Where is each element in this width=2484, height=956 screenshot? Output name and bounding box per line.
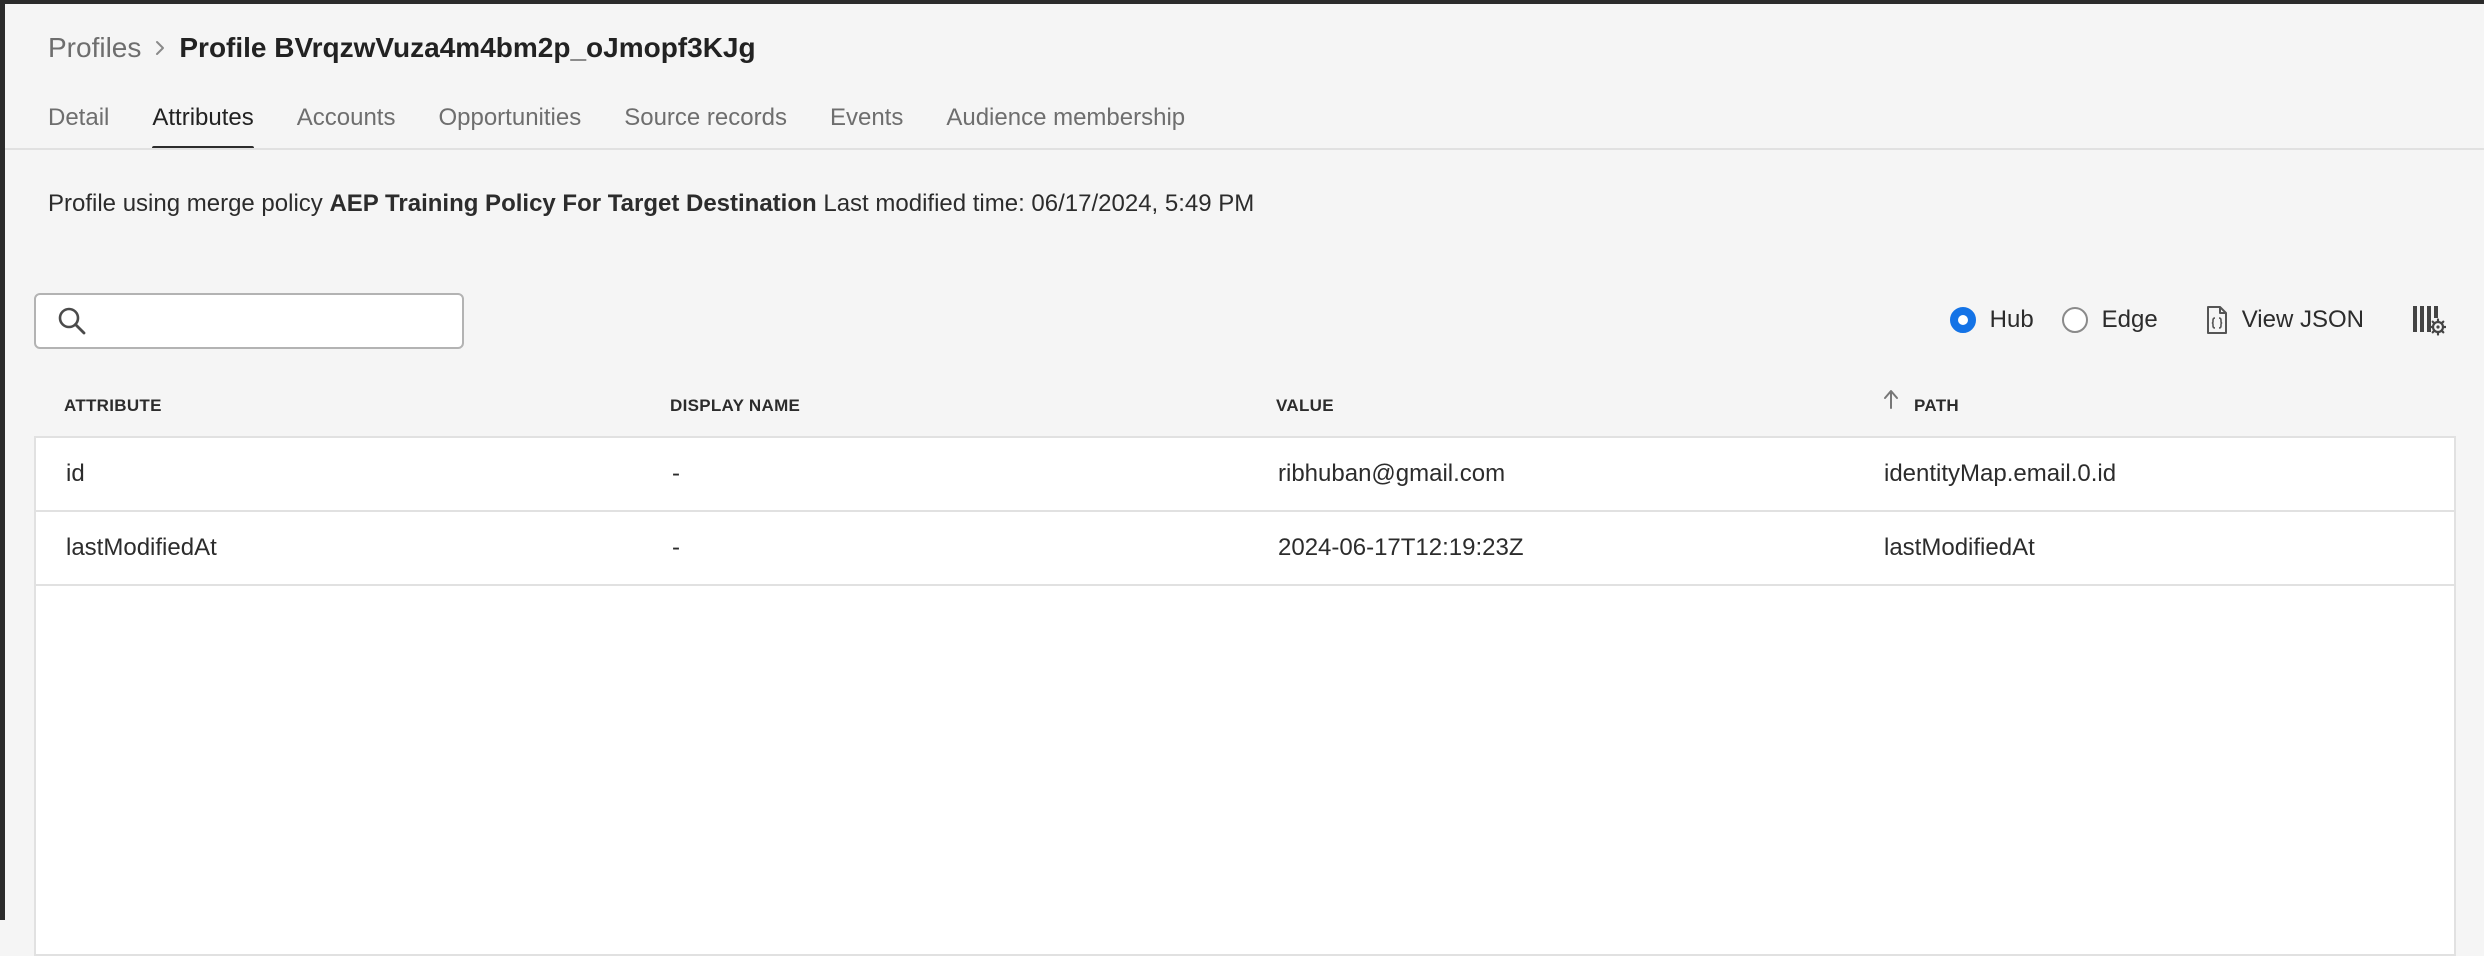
tab-accounts[interactable]: Accounts xyxy=(297,100,396,150)
radio-hub[interactable]: Hub xyxy=(1949,306,2034,334)
column-header-value[interactable]: VALUE xyxy=(1246,396,1852,416)
column-header-display-name[interactable]: DISPLAY NAME xyxy=(640,396,1246,416)
page-title: Profile BVrqzwVuza4m4bm2p_oJmopf3KJg xyxy=(179,32,756,63)
cell-value: 2024-06-17T12:19:23Z xyxy=(1278,534,1524,561)
window-frame-top xyxy=(0,0,2484,4)
merge-policy-prefix: Profile using merge policy xyxy=(48,190,323,217)
column-settings-icon[interactable] xyxy=(2412,304,2446,336)
chevron-right-icon xyxy=(141,28,179,68)
table-body: id - ribhuban@gmail.com identityMap.emai… xyxy=(34,436,2456,956)
tabs-divider xyxy=(5,148,2484,150)
column-header-attribute[interactable]: ATTRIBUTE xyxy=(34,396,640,416)
table-row[interactable]: lastModifiedAt - 2024-06-17T12:19:23Z la… xyxy=(36,512,2454,586)
sort-ascending-icon xyxy=(1882,388,1900,410)
radio-edge-indicator[interactable] xyxy=(2061,307,2088,333)
table-row[interactable]: id - ribhuban@gmail.com identityMap.emai… xyxy=(36,438,2454,512)
radio-edge[interactable]: Edge xyxy=(2061,306,2158,334)
cell-path: identityMap.email.0.id xyxy=(1884,460,2117,487)
search-box[interactable] xyxy=(34,293,464,349)
window-frame-left xyxy=(0,0,5,920)
breadcrumb: Profiles Profile BVrqzwVuza4m4bm2p_oJmop… xyxy=(48,28,756,68)
cell-attribute: id xyxy=(66,460,85,487)
tab-detail[interactable]: Detail xyxy=(48,100,109,150)
view-json-button[interactable]: View JSON xyxy=(2206,305,2364,335)
breadcrumb-profiles-link[interactable]: Profiles xyxy=(48,32,141,64)
cell-value: ribhuban@gmail.com xyxy=(1278,460,1506,487)
last-modified-time: Last modified time: 06/17/2024, 5:49 PM xyxy=(823,190,1255,217)
toolbar: Hub Edge View JSON xyxy=(1949,300,2446,340)
cell-display-name: - xyxy=(672,460,680,487)
table-header: ATTRIBUTE DISPLAY NAME VALUE PATH xyxy=(34,376,2456,436)
cell-attribute: lastModifiedAt xyxy=(66,534,217,561)
search-input[interactable] xyxy=(98,296,452,346)
merge-policy-info: Profile using merge policy AEP Training … xyxy=(48,190,1254,218)
merge-policy-name: AEP Training Policy For Target Destinati… xyxy=(329,190,817,217)
radio-hub-label: Hub xyxy=(1989,306,2034,333)
radio-hub-indicator[interactable] xyxy=(1949,307,1976,333)
attributes-table: ATTRIBUTE DISPLAY NAME VALUE PATH id - r… xyxy=(34,376,2456,956)
tab-attributes[interactable]: Attributes xyxy=(152,100,255,150)
search-icon xyxy=(54,303,90,339)
radio-edge-label: Edge xyxy=(2101,306,2158,333)
cell-display-name: - xyxy=(672,534,680,561)
tab-source-records[interactable]: Source records xyxy=(624,100,787,150)
cell-path: lastModifiedAt xyxy=(1884,534,2035,561)
tab-bar: Detail Attributes Accounts Opportunities… xyxy=(48,100,1228,150)
json-file-icon xyxy=(2206,305,2228,335)
tab-events[interactable]: Events xyxy=(830,100,903,150)
tab-opportunities[interactable]: Opportunities xyxy=(438,100,581,150)
profile-store-radio-group: Hub Edge xyxy=(1949,306,2186,334)
column-header-path[interactable]: PATH xyxy=(1852,390,2456,416)
view-json-label: View JSON xyxy=(2241,306,2364,333)
tab-audience-membership[interactable]: Audience membership xyxy=(946,100,1185,150)
column-header-path-label: PATH xyxy=(1914,396,1959,415)
